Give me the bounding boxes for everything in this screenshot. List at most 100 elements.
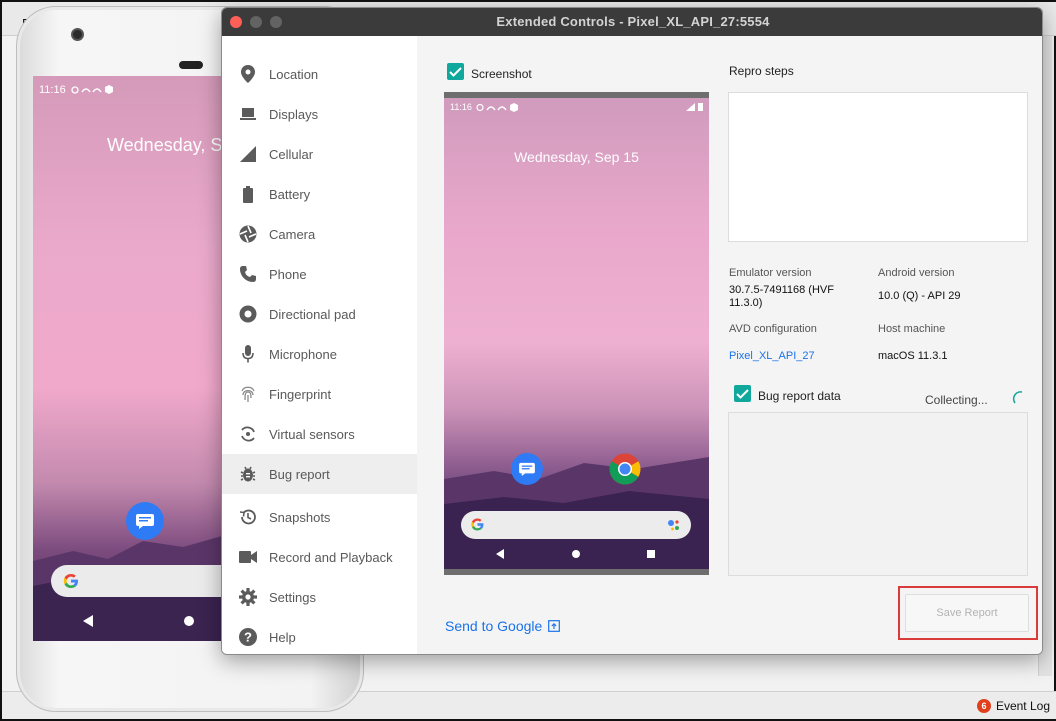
sidebar-item-fingerprint[interactable]: Fingerprint	[222, 374, 417, 414]
extended-controls-window: Extended Controls - Pixel_XL_API_27:5554…	[221, 7, 1043, 655]
phone-status-time: 11:16	[39, 84, 66, 96]
wifi-signal-icon	[686, 102, 695, 111]
phone-icon	[238, 264, 258, 284]
screenshot-label: Screenshot	[471, 67, 532, 81]
signal-icon	[238, 144, 258, 164]
loading-spinner-icon	[1012, 391, 1023, 404]
avd-configuration-label: AVD configuration	[729, 323, 817, 335]
phone-nav-bar	[83, 615, 194, 627]
battery-icon	[238, 184, 258, 204]
google-assistant-icon	[668, 520, 679, 531]
phone-status-bar: 11:16	[39, 84, 115, 96]
bug-report-data-label: Bug report data	[758, 389, 841, 403]
sidebar-item-label: Phone	[269, 266, 307, 282]
camera-aperture-icon	[238, 224, 258, 244]
nav-home-icon	[184, 616, 194, 626]
sidebar-item-label: Battery	[269, 186, 311, 202]
avd-configuration-link[interactable]: Pixel_XL_API_27	[729, 350, 815, 362]
sidebar-item-label: Record and Playback	[269, 549, 393, 565]
sidebar-item-bug-report[interactable]: Bug report	[222, 454, 417, 494]
bug-icon	[238, 464, 258, 484]
sidebar-item-label: Fingerprint	[269, 386, 332, 402]
bug-report-data-checkbox[interactable]	[734, 385, 751, 402]
extended-controls-sidebar: Location Displays Cellular Battery Camer…	[222, 36, 417, 654]
screenshot-status-bar: 11:16	[450, 102, 520, 112]
emulator-version-label: Emulator version	[729, 267, 812, 279]
phone-camera	[71, 28, 84, 41]
event-log-button[interactable]: 6 Event Log	[976, 699, 1050, 713]
screenshot-status-time: 11:16	[450, 102, 472, 112]
phone-screen[interactable]: 11:16 Wednesday, S	[33, 76, 233, 641]
collecting-status: Collecting...	[925, 393, 988, 407]
nav-back-icon	[83, 615, 93, 627]
laptop-icon	[238, 104, 258, 124]
screenshot-preview: 11:16 Wednesday, Sep 15	[444, 92, 709, 575]
repro-steps-textarea[interactable]	[728, 92, 1028, 242]
android-version-value: 10.0 (Q) - API 29	[878, 290, 961, 302]
google-g-icon	[471, 518, 484, 531]
sidebar-item-label: Directional pad	[269, 306, 356, 322]
google-g-icon	[63, 574, 78, 588]
screenshot-nav-bar	[496, 549, 655, 559]
sidebar-item-displays[interactable]: Displays	[222, 94, 417, 134]
sidebar-item-settings[interactable]: Settings	[222, 577, 417, 617]
fingerprint-icon	[238, 384, 258, 404]
sidebar-item-cellular[interactable]: Cellular	[222, 134, 417, 174]
messages-app-icon	[511, 453, 543, 485]
sidebar-item-location[interactable]: Location	[222, 54, 417, 94]
sidebar-item-help[interactable]: ? Help	[222, 617, 417, 654]
window-title: Extended Controls - Pixel_XL_API_27:5554	[496, 14, 770, 29]
emulator-version-value: 30.7.5-7491168 (HVF 11.3.0)	[729, 284, 834, 309]
svg-text:?: ?	[244, 630, 252, 645]
screenshot-preview-screen: 11:16 Wednesday, Sep 15	[444, 98, 709, 569]
sidebar-item-label: Help	[269, 629, 296, 645]
status-icons	[476, 102, 518, 112]
sidebar-item-label: Microphone	[269, 346, 337, 362]
status-icons	[71, 85, 113, 94]
event-log-label: Event Log	[995, 699, 1050, 713]
sidebar-item-label: Snapshots	[269, 509, 331, 525]
video-camera-icon	[238, 547, 258, 567]
sidebar-item-label: Settings	[269, 589, 316, 605]
bug-report-data-area	[728, 412, 1028, 576]
sidebar-item-phone[interactable]: Phone	[222, 254, 417, 294]
google-search-bar[interactable]	[51, 565, 233, 597]
sidebar-item-label: Bug report	[269, 466, 330, 482]
android-version-label: Android version	[878, 267, 955, 279]
sidebar-item-virtual-sensors[interactable]: Virtual sensors	[222, 414, 417, 454]
external-link-icon	[548, 620, 561, 632]
sidebar-item-label: Location	[269, 66, 319, 82]
chrome-app-icon	[609, 453, 641, 485]
sidebar-item-camera[interactable]: Camera	[222, 214, 417, 254]
sidebar-item-label: Cellular	[269, 146, 314, 162]
screenshot-lock-date: Wednesday, Sep 15	[514, 149, 639, 165]
save-report-button[interactable]: Save Report	[905, 594, 1029, 632]
nav-recents-icon	[647, 550, 655, 558]
host-machine-label: Host machine	[878, 323, 946, 335]
location-pin-icon	[238, 64, 258, 84]
screenshot-status-right	[686, 102, 703, 111]
sidebar-item-microphone[interactable]: Microphone	[222, 334, 417, 374]
phone-speaker	[179, 61, 203, 69]
event-log-badge: 6	[976, 699, 991, 713]
sidebar-item-record-and-playback[interactable]: Record and Playback	[222, 537, 417, 577]
gear-icon	[238, 587, 258, 607]
phone-lock-date: Wednesday, S	[107, 135, 223, 155]
dpad-icon	[238, 304, 258, 324]
messages-app-icon[interactable]	[126, 502, 164, 540]
repro-steps-label: Repro steps	[729, 64, 794, 78]
google-search-bar	[461, 511, 691, 539]
rotate-icon	[238, 424, 258, 444]
host-machine-value: macOS 11.3.1	[878, 350, 948, 362]
sidebar-item-battery[interactable]: Battery	[222, 174, 417, 214]
sidebar-item-snapshots[interactable]: Snapshots	[222, 497, 417, 537]
sidebar-item-directional-pad[interactable]: Directional pad	[222, 294, 417, 334]
send-to-google-link[interactable]: Send to Google	[445, 618, 561, 634]
history-icon	[238, 507, 258, 527]
screenshot-checkbox[interactable]	[447, 63, 464, 80]
sidebar-item-label: Camera	[269, 226, 316, 242]
battery-status-icon	[698, 103, 703, 111]
bug-report-panel: Screenshot 11:16 Wednesday, Sep 15 Send …	[417, 36, 1042, 654]
window-titlebar: Extended Controls - Pixel_XL_API_27:5554	[222, 8, 1042, 36]
sidebar-item-label: Virtual sensors	[269, 426, 355, 442]
